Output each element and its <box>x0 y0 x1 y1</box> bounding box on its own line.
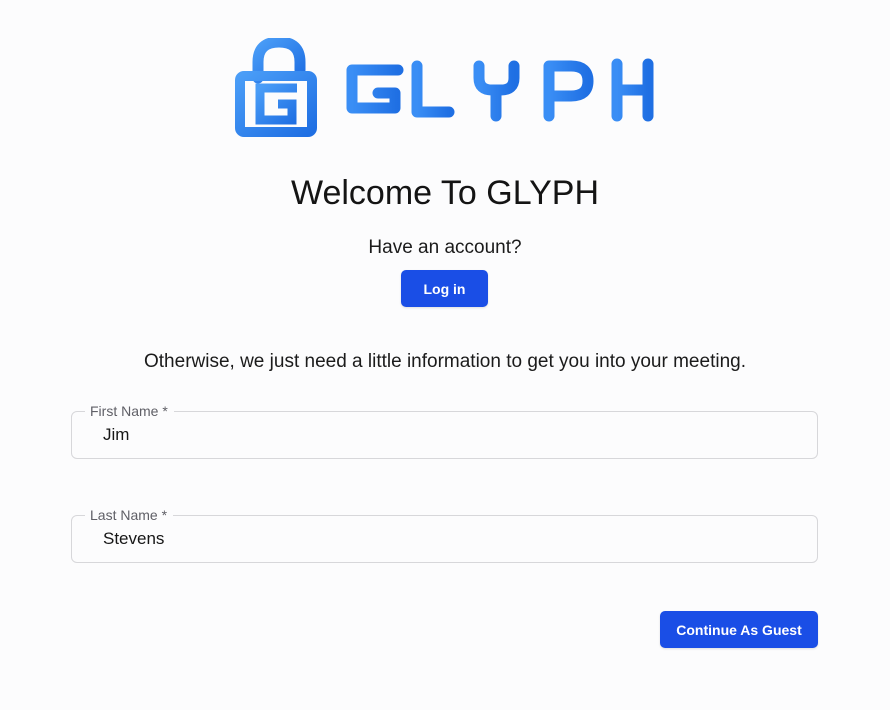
first-name-input[interactable] <box>103 424 793 446</box>
last-name-input[interactable] <box>103 528 793 550</box>
login-button[interactable]: Log in <box>401 270 488 307</box>
glyph-logo <box>235 38 665 140</box>
welcome-title: Welcome To GLYPH <box>290 174 599 212</box>
last-name-label: Last Name * <box>85 507 174 523</box>
first-name-field[interactable]: First Name * <box>71 403 818 459</box>
first-name-label: First Name * <box>85 403 174 419</box>
lock-g-icon <box>235 38 654 137</box>
last-name-field[interactable]: Last Name * <box>71 507 818 563</box>
have-account-text: Have an account? <box>368 237 522 258</box>
info-text: Otherwise, we just need a little informa… <box>144 351 746 372</box>
continue-as-guest-button[interactable]: Continue As Guest <box>660 611 818 648</box>
